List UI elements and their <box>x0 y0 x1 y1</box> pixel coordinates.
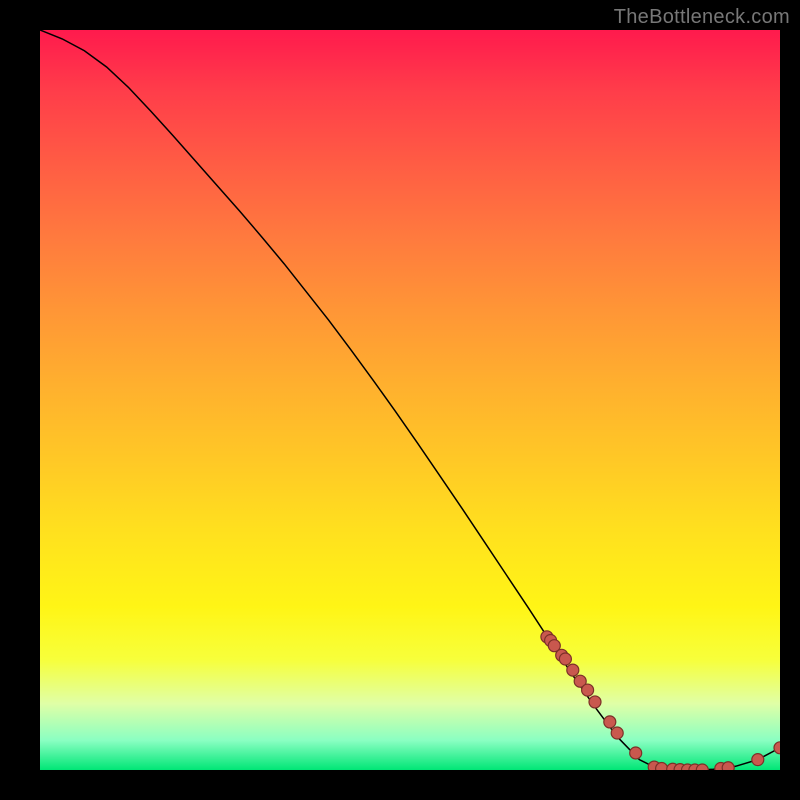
data-point <box>582 684 594 696</box>
plot-area <box>40 30 780 770</box>
watermark-text: TheBottleneck.com <box>614 6 790 29</box>
data-point <box>774 742 780 754</box>
main-curve <box>40 30 780 770</box>
data-points-group <box>541 631 780 770</box>
data-point <box>611 727 623 739</box>
data-point <box>559 653 571 665</box>
data-point <box>630 747 642 759</box>
chart-root: TheBottleneck.com <box>0 0 800 800</box>
data-point <box>752 754 764 766</box>
plot-svg <box>40 30 780 770</box>
data-point <box>656 763 668 770</box>
data-point <box>589 696 601 708</box>
data-point <box>604 716 616 728</box>
data-point <box>567 664 579 676</box>
data-point <box>722 762 734 770</box>
